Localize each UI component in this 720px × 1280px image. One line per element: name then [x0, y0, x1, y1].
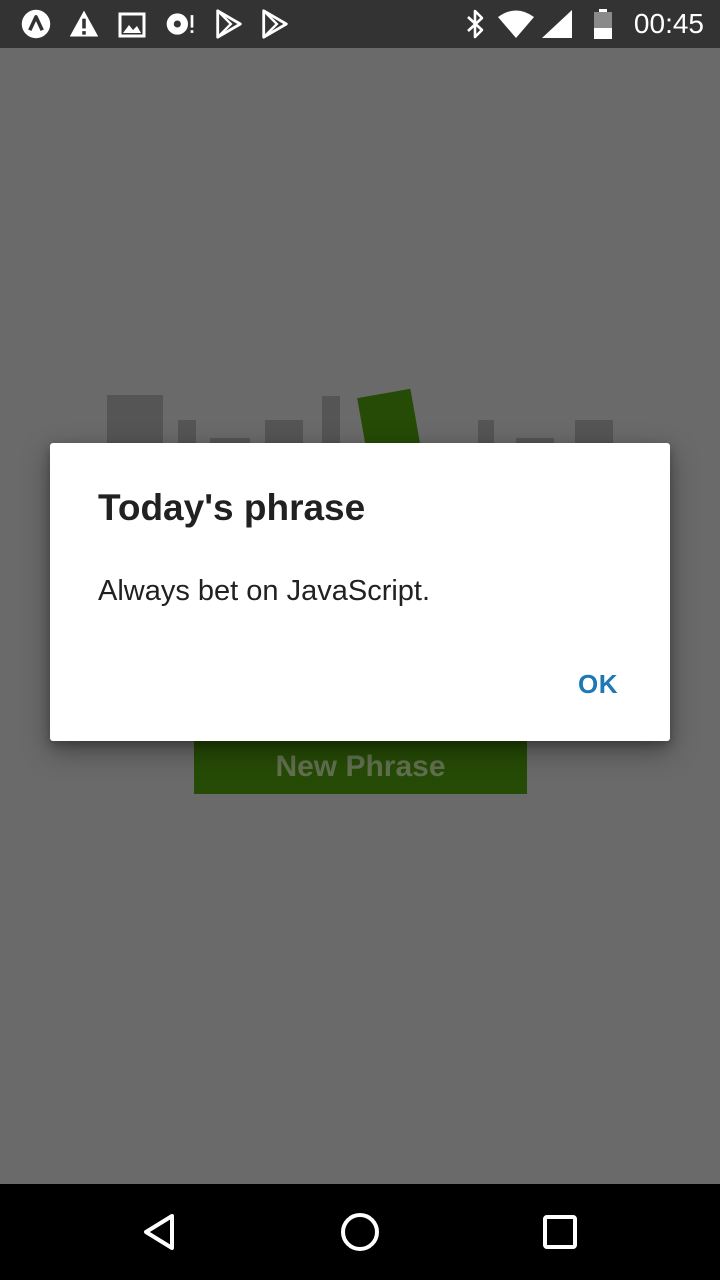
recents-icon[interactable]: [532, 1204, 588, 1260]
ok-button[interactable]: OK: [570, 665, 626, 704]
dialog-message: Always bet on JavaScript.: [98, 575, 431, 607]
play-store-icon: [216, 9, 242, 39]
app-logo-icon: [21, 9, 51, 39]
dialog-title: Today's phrase: [98, 487, 366, 528]
phrase-dialog: Today's phrase Always bet on JavaScript.…: [50, 443, 670, 741]
logo-block: [478, 420, 494, 445]
status-bar: 00:45: [0, 0, 720, 48]
home-icon[interactable]: [332, 1204, 388, 1260]
wifi-icon: [498, 10, 534, 38]
logo-block: [178, 420, 196, 445]
play-store-icon: [262, 9, 288, 39]
music-disc-icon: [166, 13, 194, 35]
status-time: 00:45: [633, 8, 704, 39]
back-icon[interactable]: [132, 1204, 188, 1260]
new-phrase-button[interactable]: New Phrase: [194, 740, 527, 794]
image-icon: [118, 12, 146, 38]
signal-icon: [542, 10, 572, 38]
logo-block: [107, 395, 163, 445]
bluetooth-icon: [467, 9, 484, 39]
logo-block: [322, 396, 340, 445]
navigation-bar: [0, 1184, 720, 1280]
logo-block: [575, 420, 613, 445]
warning-icon: [69, 10, 99, 37]
logo-block: [265, 420, 303, 445]
battery-icon: [594, 9, 612, 39]
